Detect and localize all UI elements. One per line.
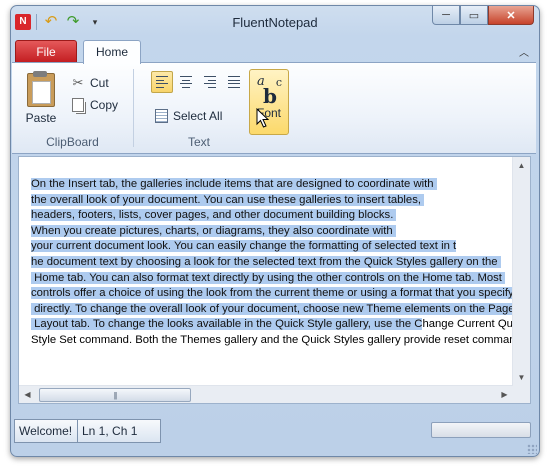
tab-file[interactable]: File: [15, 40, 77, 63]
document-line[interactable]: controls offer a choice of using the loo…: [31, 286, 513, 302]
align-right-button[interactable]: [199, 71, 221, 93]
align-center-button[interactable]: [175, 71, 197, 93]
paste-label: Paste: [25, 111, 57, 125]
scroll-up-icon[interactable]: ▲: [513, 157, 530, 174]
scroll-left-icon[interactable]: ◀: [19, 386, 36, 403]
align-center-icon: [180, 76, 192, 88]
resize-grip-icon[interactable]: [527, 444, 537, 454]
tab-home[interactable]: Home: [83, 40, 141, 64]
vertical-scrollbar[interactable]: ▲ ▼: [512, 157, 530, 386]
window-controls: ─ ▭ ✕: [432, 6, 534, 26]
status-message: Welcome!: [14, 419, 80, 443]
mouse-cursor-icon: [256, 108, 270, 128]
horizontal-scroll-thumb[interactable]: |||: [39, 388, 191, 402]
document-line[interactable]: On the Insert tab, the galleries include…: [31, 177, 513, 193]
document-line[interactable]: directly. To change the overall look of …: [31, 302, 513, 318]
selected-text[interactable]: When you create pictures, charts, or dia…: [31, 224, 396, 237]
document-line[interactable]: your current document look. You can easi…: [31, 239, 513, 255]
copy-icon: [70, 97, 86, 113]
selected-text[interactable]: he document text by choosing a look for …: [31, 255, 501, 268]
select-all-icon: [153, 108, 169, 124]
close-button[interactable]: ✕: [488, 6, 534, 25]
copy-label: Copy: [90, 98, 119, 112]
paste-icon: [27, 71, 55, 107]
selected-text[interactable]: Layout tab. To change the looks availabl…: [31, 318, 423, 331]
minimize-ribbon-icon[interactable]: ︿: [519, 44, 529, 59]
document-line[interactable]: he document text by choosing a look for …: [31, 255, 513, 271]
group-separator: [133, 69, 134, 147]
paste-button[interactable]: Paste: [22, 71, 60, 125]
document-line[interactable]: When you create pictures, charts, or dia…: [31, 224, 513, 240]
selected-text[interactable]: headers, footers, lists, cover pages, an…: [31, 209, 397, 222]
app-window: N ↶ ↷ ▾ FluentNotepad ─ ▭ ✕ File Home ︿ …: [10, 5, 540, 457]
select-all-button[interactable]: Select All: [153, 107, 222, 125]
document-line[interactable]: Home tab. You can also format text direc…: [31, 271, 513, 287]
align-justify-icon: [228, 76, 240, 88]
cut-label: Cut: [90, 76, 109, 90]
clipboard-group-label: ClipBoard: [46, 135, 99, 149]
ribbon-tab-row: File Home ︿: [11, 38, 539, 64]
cut-button[interactable]: ✂ Cut: [70, 74, 109, 92]
align-right-icon: [204, 76, 216, 88]
text-group-label: Text: [187, 135, 210, 149]
document-line[interactable]: Style Set command. Both the Themes galle…: [31, 333, 513, 349]
unselected-text[interactable]: hange Current Quick: [422, 318, 513, 330]
scroll-down-icon[interactable]: ▼: [513, 369, 530, 386]
scrollbar-corner: [513, 386, 530, 403]
document-line[interactable]: the overall look of your document. You c…: [31, 193, 513, 209]
selected-text[interactable]: Home tab. You can also format text direc…: [31, 271, 506, 284]
horizontal-scrollbar[interactable]: ◀ ||| ▶: [19, 385, 513, 403]
align-justify-button[interactable]: [223, 71, 245, 93]
selected-text[interactable]: On the Insert tab, the galleries include…: [31, 178, 437, 190]
cursor-position: Ln 1, Ch 1: [77, 419, 161, 443]
selected-text[interactable]: directly. To change the overall look of …: [31, 302, 513, 315]
select-all-label: Select All: [173, 109, 223, 123]
clipboard-group: Paste ✂ Cut Copy ClipBoard: [16, 65, 129, 151]
copy-button[interactable]: Copy: [70, 96, 118, 114]
selected-text[interactable]: the overall look of your document. You c…: [31, 193, 425, 206]
status-progress-bar: [431, 422, 531, 438]
unselected-text[interactable]: Style Set command. Both the Themes galle…: [31, 334, 513, 346]
scissors-icon: ✂: [72, 75, 84, 90]
text-group: Select All Text: [137, 65, 261, 151]
minimize-button[interactable]: ─: [432, 6, 460, 25]
maximize-button[interactable]: ▭: [460, 6, 488, 25]
scroll-right-icon[interactable]: ▶: [496, 386, 513, 403]
selected-text[interactable]: your current document look. You can easi…: [31, 240, 457, 253]
font-icon: acb: [257, 74, 282, 108]
text-editor[interactable]: On the Insert tab, the galleries include…: [18, 156, 531, 404]
selected-text[interactable]: controls offer a choice of using the loo…: [31, 287, 513, 300]
document-line[interactable]: headers, footers, lists, cover pages, an…: [31, 208, 513, 224]
ribbon: Paste ✂ Cut Copy ClipBoard Select All Te…: [12, 62, 536, 154]
title-bar: N ↶ ↷ ▾ FluentNotepad ─ ▭ ✕: [11, 6, 539, 38]
align-left-icon: [156, 76, 168, 88]
document-text[interactable]: On the Insert tab, the galleries include…: [31, 177, 513, 349]
document-line[interactable]: Layout tab. To change the looks availabl…: [31, 317, 513, 333]
align-left-button[interactable]: [151, 71, 173, 93]
status-bar: Welcome! Ln 1, Ch 1: [11, 414, 539, 456]
